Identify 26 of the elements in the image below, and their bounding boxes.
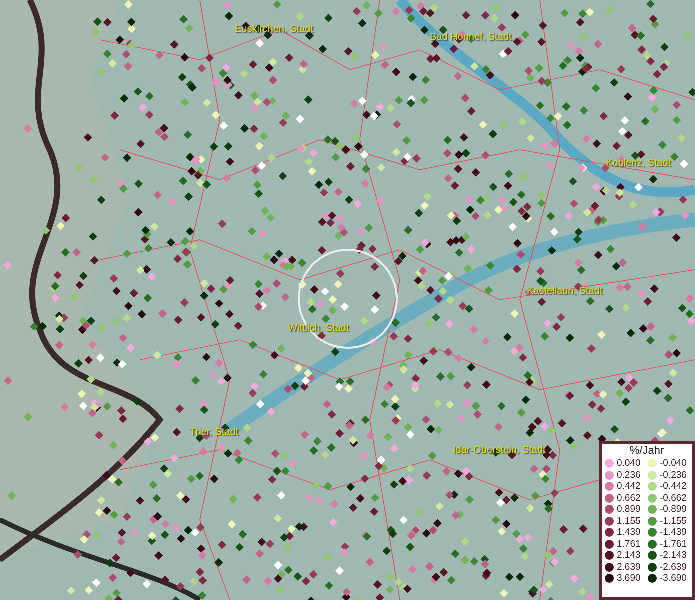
legend-label: -0.442	[660, 481, 687, 492]
legend-label: 0.236	[617, 470, 641, 481]
legend-label: -0.236	[660, 470, 687, 481]
legend-label: 0.442	[617, 481, 641, 492]
legend-label: 0.040	[617, 458, 641, 470]
place-label: Koblenz, Stadt	[606, 157, 672, 171]
map-drawing[interactable]	[0, 0, 695, 600]
legend-label: -1.155	[660, 516, 687, 527]
legend-label: -3.690	[660, 573, 687, 584]
legend-label: -0.040	[660, 458, 687, 470]
legend-label: -2.143	[660, 550, 687, 562]
legend-label: 0.899	[617, 504, 641, 516]
legend-label: 2.639	[617, 562, 641, 573]
legend-label: -1.761	[660, 538, 687, 550]
legend-label: 1.439	[617, 527, 641, 538]
legend-label: -0.899	[660, 504, 687, 516]
legend-title: %/Jahr	[628, 445, 666, 458]
legend-label: 2.143	[617, 550, 641, 562]
legend-label: -1.439	[660, 527, 687, 538]
place-label: Wittlich, Stadt	[288, 322, 350, 336]
legend-label: -0.662	[660, 492, 687, 504]
legend-label: -2.639	[660, 562, 687, 573]
legend-label: 0.662	[617, 492, 641, 504]
legend-label: 3.690	[617, 573, 641, 584]
legend-label: 1.155	[617, 516, 641, 527]
legend-label: 1.761	[617, 538, 641, 550]
